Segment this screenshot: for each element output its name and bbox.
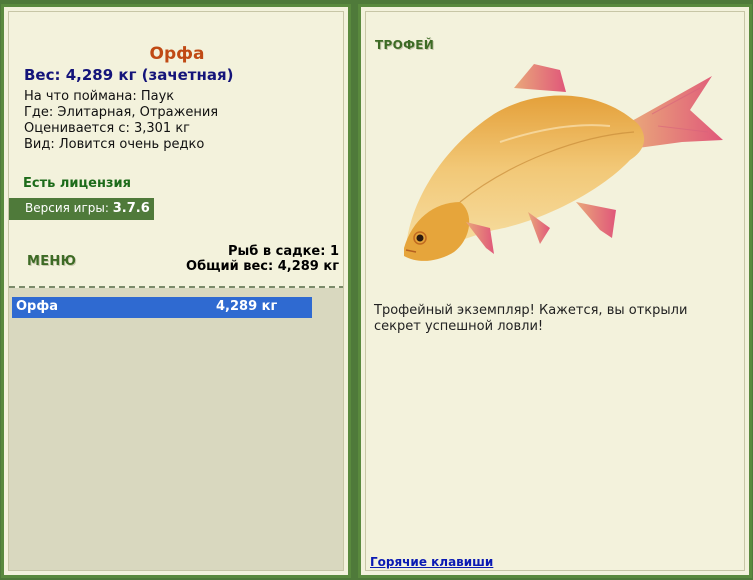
fish-weight: Вес: 4,289 кг (зачетная) bbox=[24, 66, 234, 84]
license-status: Есть лицензия bbox=[23, 176, 131, 191]
list-item-name: Орфа bbox=[16, 299, 59, 314]
trophy-description: Трофейный экземпляр! Кажется, вы открыли… bbox=[374, 303, 688, 334]
golden-ide-fish-image bbox=[404, 64, 723, 261]
rarity-text: Вид: Ловится очень редко bbox=[24, 137, 205, 152]
list-item[interactable]: Орфа 4,289 кг bbox=[12, 297, 312, 318]
total-weight: Общий вес: 4,289 кг bbox=[186, 259, 339, 274]
hotkeys-link[interactable]: Горячие клавиши bbox=[370, 555, 493, 569]
version-label: Версия игры: bbox=[25, 201, 109, 215]
fish-info-panel: Орфа Вес: 4,289 кг (зачетная) На что пой… bbox=[8, 11, 344, 571]
fish-name-title: Орфа bbox=[149, 44, 205, 64]
game-version-badge: Версия игры: 3.7.6 bbox=[9, 198, 154, 220]
version-value: 3.7.6 bbox=[112, 201, 150, 216]
location-text: Где: Элитарная, Отражения bbox=[24, 105, 219, 120]
catch-list: Орфа 4,289 кг bbox=[9, 288, 343, 570]
fish-count: Рыб в садке: 1 bbox=[227, 244, 339, 259]
rated-from-text: Оценивается с: 3,301 кг bbox=[24, 121, 191, 136]
trophy-panel: ТРОФЕЙ Трофейный экземпляр! Кажется, вы … bbox=[365, 11, 745, 571]
list-item-weight: 4,289 кг bbox=[216, 299, 278, 314]
keep-summary: Рыб в садке: 1 Общий вес: 4,289 кг bbox=[186, 244, 339, 274]
menu-button[interactable]: МЕНЮ bbox=[27, 254, 76, 269]
right-panel: ТРОФЕЙ Трофейный экземпляр! Кажется, вы … bbox=[358, 4, 752, 578]
left-panel: Орфа Вес: 4,289 кг (зачетная) На что пой… bbox=[1, 4, 351, 578]
caught-on-text: На что поймана: Паук bbox=[24, 89, 175, 104]
trophy-label: ТРОФЕЙ bbox=[375, 38, 435, 52]
